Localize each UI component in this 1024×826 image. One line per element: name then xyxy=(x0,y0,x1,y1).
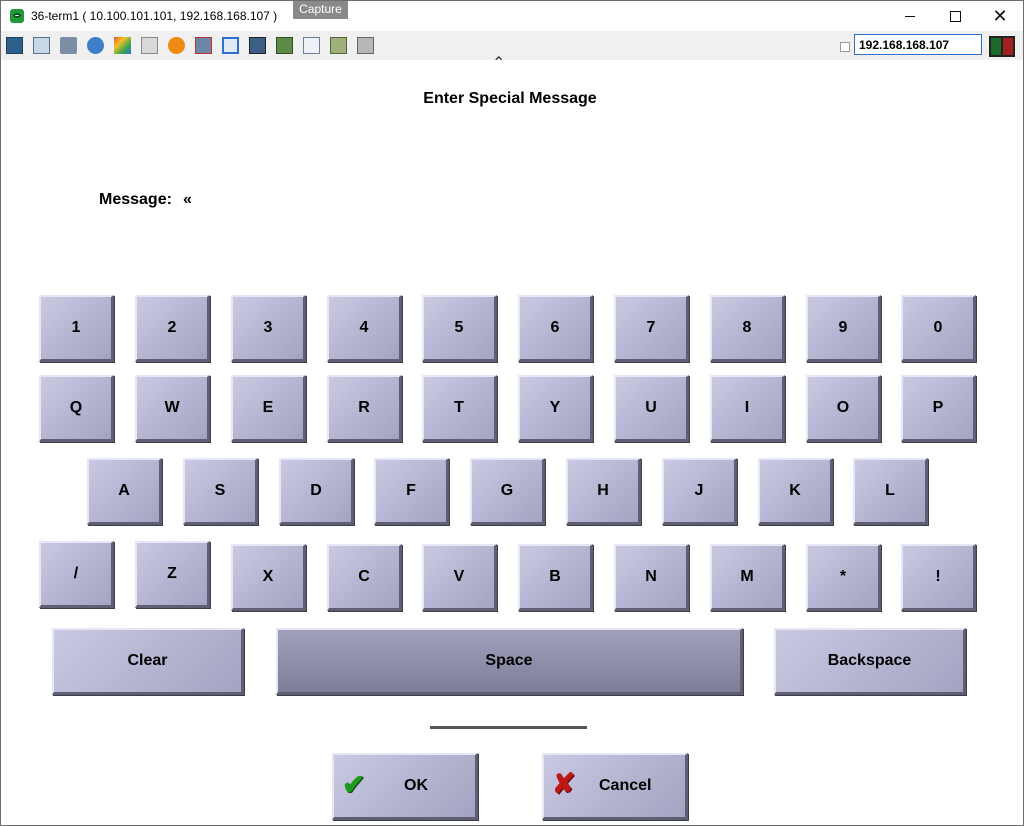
cancel-label: Cancel xyxy=(599,777,652,794)
document-icon[interactable] xyxy=(303,37,320,54)
key-n[interactable]: N xyxy=(614,544,689,611)
key-z[interactable]: Z xyxy=(135,541,210,608)
key-f[interactable]: F xyxy=(374,458,449,525)
key-0[interactable]: 0 xyxy=(901,295,976,362)
screen-icon[interactable] xyxy=(249,37,266,54)
app-window: 36-term1 ( 10.100.101.101, 192.168.168.1… xyxy=(0,0,1024,826)
divider xyxy=(430,726,587,729)
key-h[interactable]: H xyxy=(566,458,641,525)
fit-icon[interactable] xyxy=(330,37,347,54)
eye-icon xyxy=(10,9,24,23)
capture-tag[interactable]: Capture xyxy=(293,1,348,19)
ok-label: OK xyxy=(404,777,428,794)
minimize-button[interactable] xyxy=(888,1,932,31)
key-i[interactable]: I xyxy=(710,375,785,442)
ip-address-field[interactable]: 192.168.168.107 xyxy=(854,34,982,55)
clear-button[interactable]: Clear xyxy=(52,628,244,695)
keyboard-icon[interactable] xyxy=(141,37,158,54)
key-6[interactable]: 6 xyxy=(518,295,593,362)
key-4[interactable]: 4 xyxy=(327,295,402,362)
key-a[interactable]: A xyxy=(87,458,162,525)
close-button[interactable]: ✕ xyxy=(978,1,1022,31)
close-icon: ✕ xyxy=(992,6,1008,26)
key-exclamation[interactable]: ! xyxy=(901,544,976,611)
checkmark-icon: ✔ xyxy=(342,769,366,800)
key-o[interactable]: O xyxy=(806,375,881,442)
space-button[interactable]: Space xyxy=(276,628,743,695)
cancel-button[interactable]: ✘ Cancel xyxy=(542,753,688,820)
monitor-icon[interactable] xyxy=(6,37,23,54)
key-g[interactable]: G xyxy=(470,458,545,525)
key-w[interactable]: W xyxy=(135,375,210,442)
fullscreen-icon[interactable] xyxy=(222,37,239,54)
backspace-button[interactable]: Backspace xyxy=(774,628,966,695)
key-9[interactable]: 9 xyxy=(806,295,881,362)
key-c[interactable]: C xyxy=(327,544,402,611)
alert-icon[interactable] xyxy=(168,37,185,54)
key-y[interactable]: Y xyxy=(518,375,593,442)
key-2[interactable]: 2 xyxy=(135,295,210,362)
cancel-x-icon: ✘ xyxy=(552,768,576,799)
tools-icon[interactable] xyxy=(60,37,77,54)
key-slash[interactable]: / xyxy=(39,541,114,608)
key-t[interactable]: T xyxy=(422,375,497,442)
refresh-icon[interactable] xyxy=(87,37,104,54)
ip-checkbox[interactable] xyxy=(840,42,850,52)
key-l[interactable]: L xyxy=(853,458,928,525)
key-s[interactable]: S xyxy=(183,458,258,525)
key-d[interactable]: D xyxy=(279,458,354,525)
key-asterisk[interactable]: * xyxy=(806,544,881,611)
key-b[interactable]: B xyxy=(518,544,593,611)
key-5[interactable]: 5 xyxy=(422,295,497,362)
message-label: Message: xyxy=(99,191,172,208)
key-3[interactable]: 3 xyxy=(231,295,306,362)
windows-icon[interactable] xyxy=(33,37,50,54)
cursor-icon: ⌃ xyxy=(492,55,506,72)
maximize-icon xyxy=(949,10,961,22)
window-title: 36-term1 ( 10.100.101.101, 192.168.168.1… xyxy=(31,9,278,23)
key-1[interactable]: 1 xyxy=(39,295,114,362)
key-v[interactable]: V xyxy=(422,544,497,611)
ok-button[interactable]: ✔ OK xyxy=(332,753,478,820)
chat-icon[interactable] xyxy=(357,37,374,54)
message-value: « xyxy=(183,191,192,208)
page-title: Enter Special Message xyxy=(423,90,597,107)
key-k[interactable]: K xyxy=(758,458,833,525)
key-p[interactable]: P xyxy=(901,375,976,442)
maximize-button[interactable] xyxy=(933,1,977,31)
key-e[interactable]: E xyxy=(231,375,306,442)
status-indicator-icon xyxy=(989,36,1015,57)
title-bar: 36-term1 ( 10.100.101.101, 192.168.168.1… xyxy=(1,1,1023,31)
key-r[interactable]: R xyxy=(327,375,402,442)
key-x[interactable]: X xyxy=(231,544,306,611)
key-q[interactable]: Q xyxy=(39,375,114,442)
color-icon[interactable] xyxy=(114,37,131,54)
minimize-icon xyxy=(905,15,915,17)
key-j[interactable]: J xyxy=(662,458,737,525)
transfer-icon[interactable] xyxy=(276,37,293,54)
key-8[interactable]: 8 xyxy=(710,295,785,362)
network-icon[interactable] xyxy=(195,37,212,54)
key-m[interactable]: M xyxy=(710,544,785,611)
key-u[interactable]: U xyxy=(614,375,689,442)
key-7[interactable]: 7 xyxy=(614,295,689,362)
